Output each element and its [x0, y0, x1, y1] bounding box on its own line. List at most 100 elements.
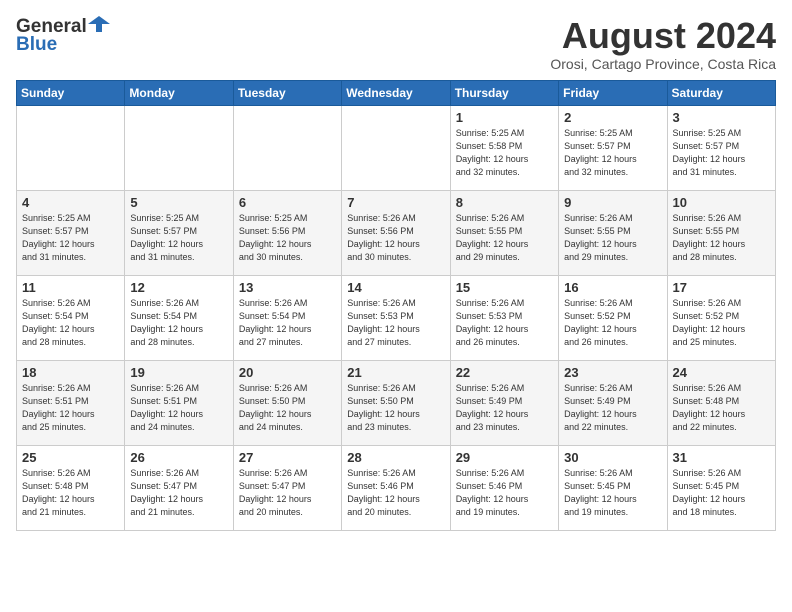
day-header-tuesday: Tuesday [233, 80, 341, 105]
calendar-cell: 26Sunrise: 5:26 AM Sunset: 5:47 PM Dayli… [125, 445, 233, 530]
week-row-2: 4 Sunrise: 5:25 AM Sunset: 5:57 PM Daylig… [17, 190, 776, 275]
day-number: 29 [456, 450, 553, 465]
calendar-cell: 10Sunrise: 5:26 AM Sunset: 5:55 PM Dayli… [667, 190, 775, 275]
calendar-cell: 12 Sunrise: 5:26 AM Sunset: 5:54 PM Dayli… [125, 275, 233, 360]
calendar-cell: 19 Sunrise: 5:26 AM Sunset: 5:51 PM Dayli… [125, 360, 233, 445]
day-info: Sunrise: 5:26 AM Sunset: 5:52 PM Dayligh… [564, 297, 661, 349]
day-info: Sunrise: 5:26 AM Sunset: 5:53 PM Dayligh… [456, 297, 553, 349]
calendar-cell: 14Sunrise: 5:26 AM Sunset: 5:53 PM Dayli… [342, 275, 450, 360]
day-number: 16 [564, 280, 661, 295]
logo: General Blue [16, 16, 110, 56]
day-info: Sunrise: 5:26 AM Sunset: 5:55 PM Dayligh… [456, 212, 553, 264]
calendar-cell: 27Sunrise: 5:26 AM Sunset: 5:47 PM Dayli… [233, 445, 341, 530]
day-info: Sunrise: 5:25 AM Sunset: 5:57 PM Dayligh… [130, 212, 227, 264]
week-row-4: 18 Sunrise: 5:26 AM Sunset: 5:51 PM Dayli… [17, 360, 776, 445]
day-info: Sunrise: 5:26 AM Sunset: 5:47 PM Dayligh… [239, 467, 336, 519]
day-number: 5 [130, 195, 227, 210]
calendar-cell [342, 105, 450, 190]
calendar-cell: 3 Sunrise: 5:25 AM Sunset: 5:57 PM Daylig… [667, 105, 775, 190]
day-number: 18 [22, 365, 119, 380]
day-info: Sunrise: 5:25 AM Sunset: 5:57 PM Dayligh… [22, 212, 119, 264]
day-number: 4 [22, 195, 119, 210]
calendar-cell: 29 Sunrise: 5:26 AM Sunset: 5:46 PM Dayli… [450, 445, 558, 530]
calendar-cell: 2 Sunrise: 5:25 AM Sunset: 5:57 PM Daylig… [559, 105, 667, 190]
day-number: 30 [564, 450, 661, 465]
day-number: 20 [239, 365, 336, 380]
day-info: Sunrise: 5:26 AM Sunset: 5:55 PM Dayligh… [564, 212, 661, 264]
calendar-cell: 21 Sunrise: 5:26 AM Sunset: 5:50 PM Dayli… [342, 360, 450, 445]
calendar-cell: 20 Sunrise: 5:26 AM Sunset: 5:50 PM Dayli… [233, 360, 341, 445]
day-number: 2 [564, 110, 661, 125]
day-info: Sunrise: 5:25 AM Sunset: 5:57 PM Dayligh… [673, 127, 770, 179]
day-info: Sunrise: 5:26 AM Sunset: 5:46 PM Dayligh… [456, 467, 553, 519]
day-number: 17 [673, 280, 770, 295]
day-info: Sunrise: 5:26 AM Sunset: 5:51 PM Dayligh… [22, 382, 119, 434]
day-number: 1 [456, 110, 553, 125]
title-area: August 2024 Orosi, Cartago Province, Cos… [550, 16, 776, 72]
day-info: Sunrise: 5:26 AM Sunset: 5:52 PM Dayligh… [673, 297, 770, 349]
calendar-cell: 17 Sunrise: 5:26 AM Sunset: 5:52 PM Dayli… [667, 275, 775, 360]
day-info: Sunrise: 5:25 AM Sunset: 5:57 PM Dayligh… [564, 127, 661, 179]
calendar-cell: 8Sunrise: 5:26 AM Sunset: 5:55 PM Daylig… [450, 190, 558, 275]
day-info: Sunrise: 5:26 AM Sunset: 5:51 PM Dayligh… [130, 382, 227, 434]
calendar-cell: 1Sunrise: 5:25 AM Sunset: 5:58 PM Daylig… [450, 105, 558, 190]
day-number: 3 [673, 110, 770, 125]
calendar-cell: 16 Sunrise: 5:26 AM Sunset: 5:52 PM Dayli… [559, 275, 667, 360]
day-info: Sunrise: 5:26 AM Sunset: 5:45 PM Dayligh… [564, 467, 661, 519]
day-number: 7 [347, 195, 444, 210]
day-number: 11 [22, 280, 119, 295]
day-number: 24 [673, 365, 770, 380]
page-header: General Blue August 2024 Orosi, Cartago … [16, 16, 776, 72]
day-number: 22 [456, 365, 553, 380]
calendar-cell: 4 Sunrise: 5:25 AM Sunset: 5:57 PM Daylig… [17, 190, 125, 275]
day-number: 23 [564, 365, 661, 380]
days-header-row: SundayMondayTuesdayWednesdayThursdayFrid… [17, 80, 776, 105]
day-header-thursday: Thursday [450, 80, 558, 105]
calendar-cell: 15 Sunrise: 5:26 AM Sunset: 5:53 PM Dayli… [450, 275, 558, 360]
calendar-cell: 25 Sunrise: 5:26 AM Sunset: 5:48 PM Dayli… [17, 445, 125, 530]
day-header-sunday: Sunday [17, 80, 125, 105]
day-info: Sunrise: 5:26 AM Sunset: 5:45 PM Dayligh… [673, 467, 770, 519]
day-info: Sunrise: 5:26 AM Sunset: 5:46 PM Dayligh… [347, 467, 444, 519]
day-number: 6 [239, 195, 336, 210]
day-number: 19 [130, 365, 227, 380]
day-info: Sunrise: 5:26 AM Sunset: 5:49 PM Dayligh… [564, 382, 661, 434]
day-header-wednesday: Wednesday [342, 80, 450, 105]
day-info: Sunrise: 5:26 AM Sunset: 5:50 PM Dayligh… [347, 382, 444, 434]
location-subtitle: Orosi, Cartago Province, Costa Rica [550, 56, 776, 72]
calendar-cell [125, 105, 233, 190]
logo-bird-icon [88, 14, 110, 36]
day-number: 13 [239, 280, 336, 295]
month-year-title: August 2024 [550, 16, 776, 56]
day-info: Sunrise: 5:25 AM Sunset: 5:56 PM Dayligh… [239, 212, 336, 264]
day-info: Sunrise: 5:26 AM Sunset: 5:48 PM Dayligh… [673, 382, 770, 434]
calendar-cell: 31 Sunrise: 5:26 AM Sunset: 5:45 PM Dayli… [667, 445, 775, 530]
day-number: 31 [673, 450, 770, 465]
day-header-friday: Friday [559, 80, 667, 105]
day-info: Sunrise: 5:26 AM Sunset: 5:50 PM Dayligh… [239, 382, 336, 434]
day-info: Sunrise: 5:26 AM Sunset: 5:48 PM Dayligh… [22, 467, 119, 519]
calendar-cell: 6 Sunrise: 5:25 AM Sunset: 5:56 PM Daylig… [233, 190, 341, 275]
calendar-cell: 9 Sunrise: 5:26 AM Sunset: 5:55 PM Daylig… [559, 190, 667, 275]
calendar-cell: 22Sunrise: 5:26 AM Sunset: 5:49 PM Dayli… [450, 360, 558, 445]
day-number: 14 [347, 280, 444, 295]
day-info: Sunrise: 5:26 AM Sunset: 5:56 PM Dayligh… [347, 212, 444, 264]
day-number: 10 [673, 195, 770, 210]
calendar-table: SundayMondayTuesdayWednesdayThursdayFrid… [16, 80, 776, 531]
week-row-3: 11 Sunrise: 5:26 AM Sunset: 5:54 PM Dayli… [17, 275, 776, 360]
calendar-cell: 28Sunrise: 5:26 AM Sunset: 5:46 PM Dayli… [342, 445, 450, 530]
day-number: 25 [22, 450, 119, 465]
day-info: Sunrise: 5:26 AM Sunset: 5:54 PM Dayligh… [130, 297, 227, 349]
day-number: 9 [564, 195, 661, 210]
day-number: 21 [347, 365, 444, 380]
day-number: 12 [130, 280, 227, 295]
calendar-cell: 11 Sunrise: 5:26 AM Sunset: 5:54 PM Dayli… [17, 275, 125, 360]
calendar-cell: 5 Sunrise: 5:25 AM Sunset: 5:57 PM Daylig… [125, 190, 233, 275]
day-header-monday: Monday [125, 80, 233, 105]
week-row-5: 25 Sunrise: 5:26 AM Sunset: 5:48 PM Dayli… [17, 445, 776, 530]
day-number: 15 [456, 280, 553, 295]
calendar-cell: 30 Sunrise: 5:26 AM Sunset: 5:45 PM Dayli… [559, 445, 667, 530]
calendar-cell [233, 105, 341, 190]
day-info: Sunrise: 5:26 AM Sunset: 5:54 PM Dayligh… [22, 297, 119, 349]
calendar-cell: 18 Sunrise: 5:26 AM Sunset: 5:51 PM Dayli… [17, 360, 125, 445]
